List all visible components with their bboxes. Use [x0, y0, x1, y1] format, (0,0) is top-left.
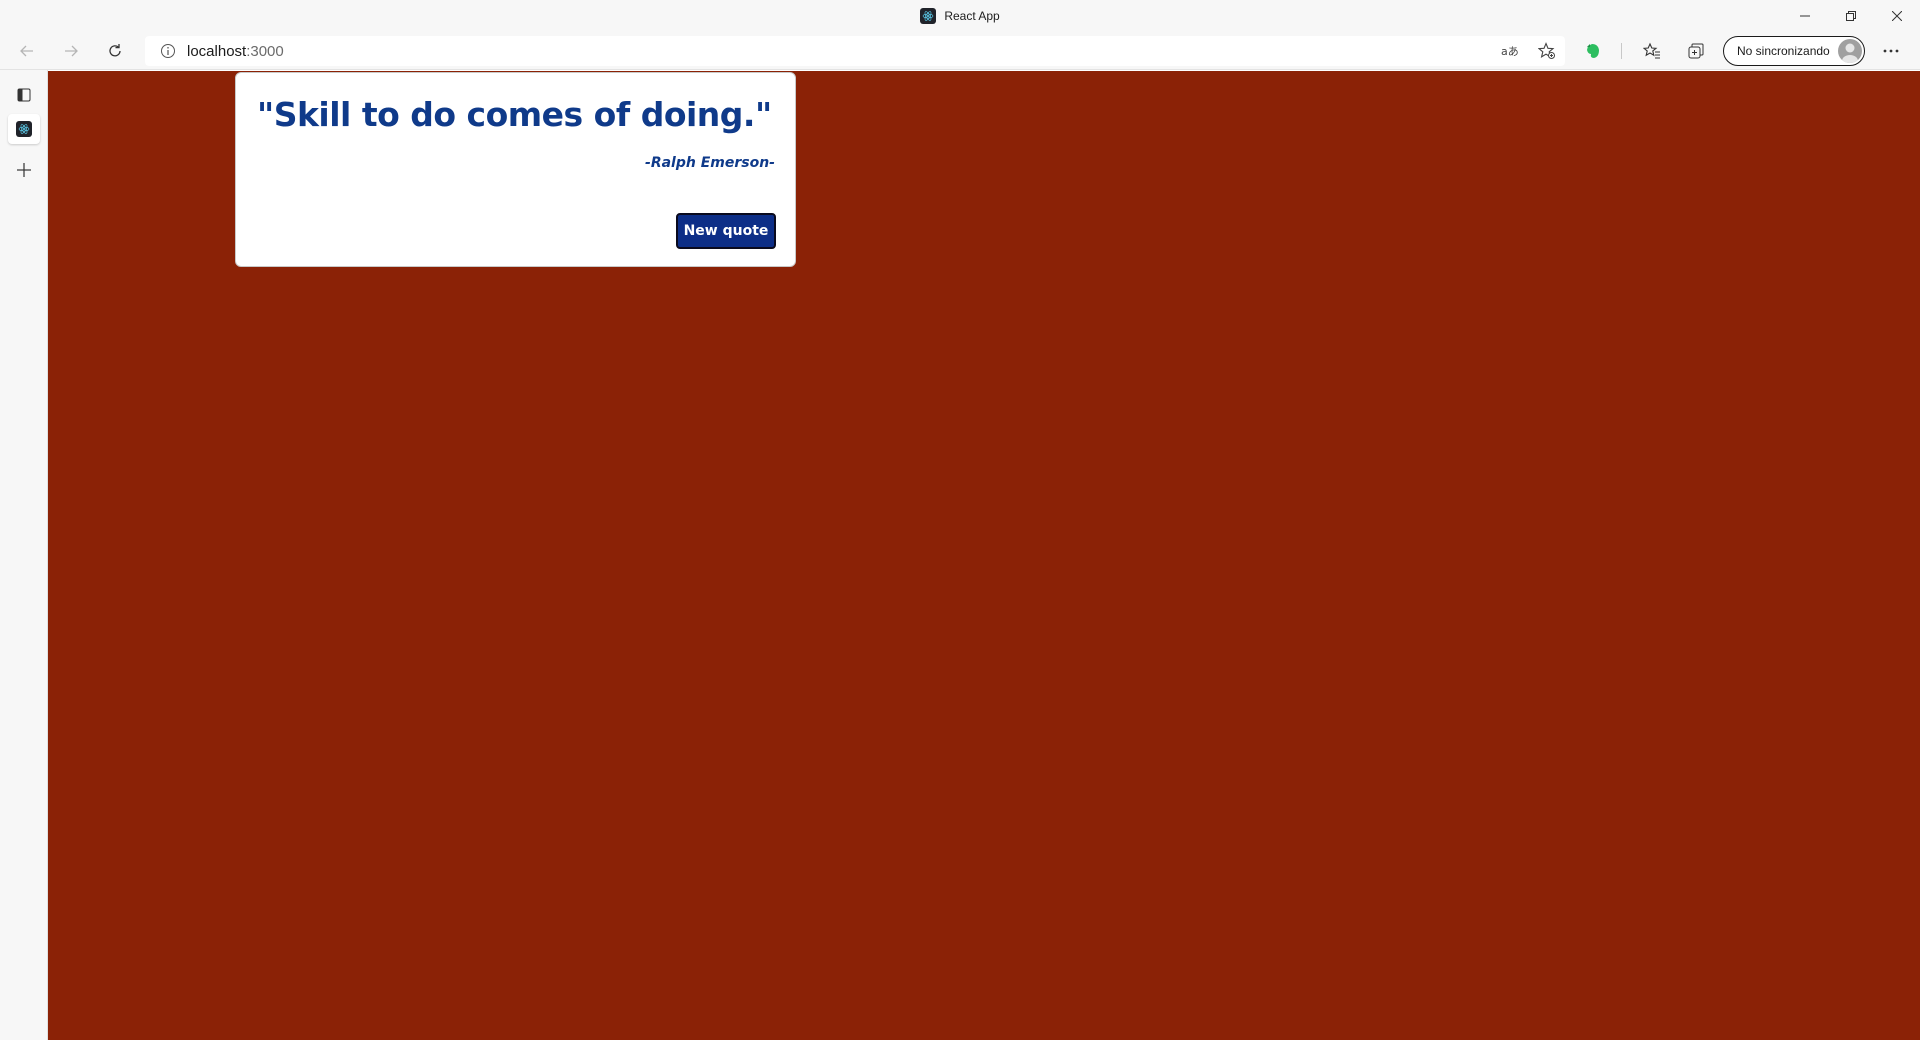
svg-text:aあ: aあ — [1501, 45, 1519, 58]
quote-text: "Skill to do comes of doing." — [257, 95, 772, 134]
minimize-button[interactable] — [1782, 0, 1828, 32]
avatar — [1838, 39, 1862, 63]
new-tab-icon[interactable] — [8, 155, 40, 185]
vertical-tab-strip — [0, 70, 48, 1040]
collections-icon[interactable] — [1680, 36, 1712, 66]
forward-arrow-icon — [65, 45, 78, 57]
window-title: React App — [944, 9, 1000, 23]
react-icon — [920, 8, 937, 24]
title-bar: React App — [0, 0, 1920, 32]
address-bar[interactable]: localhost:3000 aあ — [145, 36, 1565, 66]
restore-button[interactable] — [1828, 0, 1874, 32]
page-background: "Skill to do comes of doing." -Ralph Eme… — [48, 71, 1920, 1040]
new-quote-button[interactable]: New quote — [676, 213, 776, 249]
back-arrow-icon — [20, 45, 33, 57]
toolbar-divider — [1621, 43, 1622, 59]
more-icon[interactable] — [1875, 36, 1907, 66]
restore-icon — [1846, 11, 1856, 21]
url-port: :3000 — [246, 42, 284, 60]
info-icon[interactable] — [153, 36, 183, 66]
tab-react-app[interactable] — [8, 114, 40, 144]
profile-button[interactable]: No sincronizando — [1723, 36, 1865, 66]
profile-label: No sincronizando — [1737, 44, 1830, 58]
back-button[interactable] — [11, 35, 43, 67]
url-text: localhost:3000 — [187, 43, 284, 60]
window-title-area: React App — [0, 0, 1920, 32]
evernote-extension-icon[interactable] — [1577, 36, 1609, 66]
minimize-icon — [1800, 15, 1810, 17]
quote-author: -Ralph Emerson- — [645, 155, 775, 171]
close-button[interactable] — [1874, 0, 1920, 32]
refresh-icon — [109, 44, 121, 57]
tab-actions-icon[interactable] — [8, 80, 40, 110]
url-host: localhost — [187, 42, 247, 60]
browser-toolbar: localhost:3000 aあ No sincronizando — [0, 32, 1920, 70]
close-icon — [1892, 11, 1902, 21]
add-favorite-icon[interactable] — [1532, 36, 1562, 66]
forward-button[interactable] — [55, 35, 87, 67]
favorites-icon[interactable] — [1636, 36, 1668, 66]
refresh-button[interactable] — [99, 35, 131, 67]
read-aloud-icon[interactable]: aあ — [1495, 36, 1525, 66]
quote-box: "Skill to do comes of doing." -Ralph Eme… — [235, 72, 796, 267]
react-icon — [16, 121, 32, 137]
window-controls — [1782, 0, 1920, 32]
